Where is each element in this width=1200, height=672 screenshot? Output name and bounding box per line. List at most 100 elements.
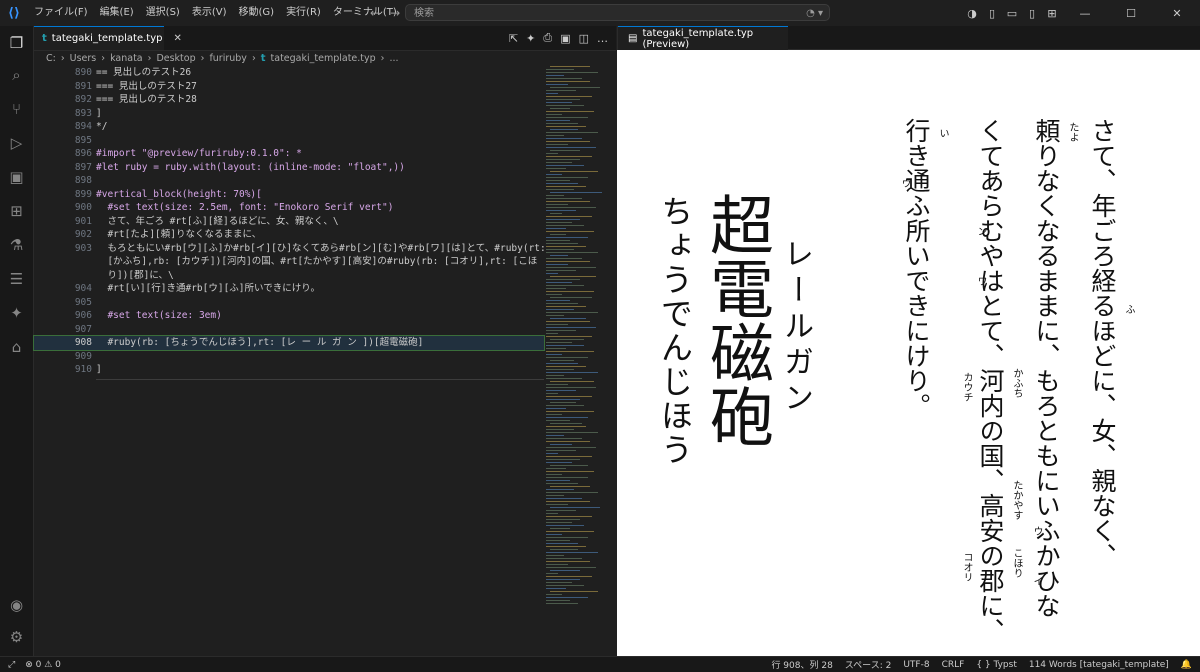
settings-gear-icon[interactable]: ⚙ xyxy=(0,624,33,650)
minimap-line xyxy=(546,117,588,119)
code-line[interactable]: 890 == 見出しのテスト26 xyxy=(34,66,544,80)
minimap-line xyxy=(546,468,566,470)
toggle-secondary-sidebar-icon[interactable]: ▯ xyxy=(1022,7,1042,20)
code-line[interactable]: [かふち],rb: [カウチ])[河内]の国、#rt[たかやす][高安]の#ru… xyxy=(34,255,544,269)
encoding[interactable]: UTF-8 xyxy=(903,660,929,670)
line-ending[interactable]: CRLF xyxy=(942,660,965,670)
code-line[interactable]: 903 もろともにい#rb[ウ][ふ]か#rb[イ][ひ]なくてあら#rb[ン]… xyxy=(34,242,546,256)
breadcrumb-item[interactable]: Desktop xyxy=(156,53,195,64)
indentation[interactable]: スペース: 2 xyxy=(845,658,892,671)
preview-panel: ▤ tategaki_template.typ (Preview) さて、年ごろ… xyxy=(617,26,1200,656)
minimap-line xyxy=(546,144,568,146)
code-line[interactable]: 897 #let ruby = ruby.with(layout: (inline… xyxy=(34,161,544,175)
search-icon[interactable]: ⌕ xyxy=(0,62,33,88)
menu-item[interactable]: 編集(E) xyxy=(94,0,140,26)
layout-icon[interactable]: ⊞ xyxy=(1042,7,1062,20)
minimap-line xyxy=(546,105,584,107)
code-line[interactable]: 893] xyxy=(34,107,544,121)
minimap-line xyxy=(550,402,576,404)
code-editor[interactable]: 890 == 見出しのテスト26 891 === 見出しのテスト27 892 === 見出… xyxy=(33,66,546,606)
explorer-icon[interactable]: ❐ xyxy=(0,30,33,56)
code-line[interactable]: 898 xyxy=(34,174,544,188)
errors-status[interactable]: ⊗ 0 ⚠ 0 xyxy=(25,660,61,670)
minimap-line xyxy=(546,279,580,281)
outline-list-icon[interactable]: ☰ xyxy=(0,266,33,292)
breadcrumb-item[interactable]: Users xyxy=(70,53,97,64)
menu-item[interactable]: 選択(S) xyxy=(140,0,186,26)
sparkle-icon[interactable]: ✦ xyxy=(0,300,33,326)
code-line[interactable]: 894 */ xyxy=(34,120,544,134)
preview-side-icon[interactable]: ▣ xyxy=(560,32,570,45)
minimap-line xyxy=(546,519,580,521)
back-arrow-icon[interactable]: ← xyxy=(370,6,380,20)
account-icon[interactable]: ◉ xyxy=(0,592,33,618)
minimap-line xyxy=(546,174,562,176)
forward-arrow-icon[interactable]: → xyxy=(390,6,400,20)
export-icon[interactable]: ⎙ xyxy=(543,31,552,45)
code-line[interactable]: 896 #import "@preview/furiruby:0.1.0": * xyxy=(34,147,544,161)
command-center-search[interactable]: 検索 ◔ ▾ xyxy=(405,4,830,21)
remote-explorer-icon[interactable]: ▣ xyxy=(0,164,33,190)
toggle-panel-icon[interactable]: ▭ xyxy=(1002,7,1022,20)
close-tab-icon[interactable]: ✕ xyxy=(173,33,181,44)
code-line[interactable]: 908 #ruby(rb: [ちょうでんじほう],rt: [レ ー ル ガ ン … xyxy=(33,335,545,351)
typst-icon[interactable]: ⌂ xyxy=(0,334,33,360)
word-count[interactable]: 114 Words [tategaki_template] xyxy=(1029,660,1169,670)
minimap-line xyxy=(546,498,582,500)
code-line[interactable]: 910] xyxy=(34,363,544,377)
minimap-line xyxy=(546,228,566,230)
menu-item[interactable]: ファイル(F) xyxy=(28,0,94,26)
breadcrumb-item[interactable]: furiruby xyxy=(209,53,247,64)
cursor-position[interactable]: 行 908、列 28 xyxy=(771,658,832,671)
code-line[interactable]: 900 #set text(size: 2.5em, font: "Enokor… xyxy=(34,201,544,215)
open-preview-icon[interactable]: ⇱ xyxy=(509,32,518,45)
breadcrumb-item[interactable]: C: xyxy=(46,53,56,64)
typst-file-icon: t xyxy=(42,33,47,44)
code-line[interactable]: 895 xyxy=(34,134,544,148)
code-line[interactable]: 906 #set text(size: 3em) xyxy=(34,309,544,323)
source-control-icon[interactable]: ⑂ xyxy=(0,96,33,122)
close-button[interactable]: ✕ xyxy=(1154,7,1200,20)
extensions-icon[interactable]: ⊞ xyxy=(0,198,33,224)
code-line[interactable]: 901 さて、年ごろ #rt[ふ][経]るほどに、女、親なく、\ xyxy=(34,215,544,229)
language-mode[interactable]: { } Typst xyxy=(976,660,1017,670)
editor-tab-bar: t tategaki_template.typ ✕ ⇱ ✦ ⎙ ▣ ◫ … xyxy=(34,26,616,51)
preview-tab[interactable]: ▤ tategaki_template.typ (Preview) xyxy=(618,26,788,50)
testing-icon[interactable]: ⚗ xyxy=(0,232,33,258)
code-line[interactable]: り])[郡]に、\ xyxy=(34,269,544,283)
run-debug-icon[interactable]: ▷ xyxy=(0,130,33,156)
code-line[interactable]: 892 === 見出しのテスト28 xyxy=(34,93,544,107)
breadcrumb-item[interactable]: ... xyxy=(389,53,398,64)
notifications-icon[interactable]: 🔔 xyxy=(1181,660,1192,670)
breadcrumb-item[interactable]: tategaki_template.typ xyxy=(271,53,376,64)
copilot-icon[interactable]: ◔ ▾ xyxy=(806,5,823,22)
menu-item[interactable]: 表示(V) xyxy=(186,0,233,26)
minimap-line xyxy=(546,489,574,491)
code-line[interactable]: 909 xyxy=(34,350,544,364)
code-line[interactable]: 904 #rt[い][行]き通#rb[ウ][ふ]所いできにけり。 xyxy=(34,282,544,296)
menu-item[interactable]: 移動(G) xyxy=(233,0,281,26)
code-line[interactable]: 902 #rt[たよ][頼]りなくなるままに、 xyxy=(34,228,544,242)
minimap-line xyxy=(546,111,594,113)
minimap[interactable] xyxy=(546,66,610,626)
code-line[interactable]: 907 xyxy=(34,323,544,337)
code-line[interactable]: 905 xyxy=(34,296,544,310)
copilot-status-icon[interactable]: ◑ xyxy=(962,7,982,20)
remote-indicator-icon[interactable]: ⤢ xyxy=(8,660,15,670)
minimap-line xyxy=(546,168,566,170)
menu-item[interactable]: 実行(R) xyxy=(280,0,327,26)
minimap-line xyxy=(546,99,580,101)
breadcrumb-separator: › xyxy=(251,52,256,64)
minimap-line xyxy=(546,597,588,599)
toggle-sidebar-icon[interactable]: ▯ xyxy=(982,7,1002,20)
breadcrumb-item[interactable]: kanata xyxy=(110,53,143,64)
editor-tab[interactable]: t tategaki_template.typ ✕ xyxy=(34,26,182,50)
more-actions-icon[interactable]: … xyxy=(597,32,608,45)
split-editor-icon[interactable]: ◫ xyxy=(579,32,589,45)
minimize-button[interactable]: — xyxy=(1062,7,1108,20)
sparkle-action-icon[interactable]: ✦ xyxy=(526,32,535,45)
code-text: #set text(size: 3em) xyxy=(96,310,222,321)
maximize-button[interactable]: ☐ xyxy=(1108,7,1154,20)
code-line[interactable]: 891 === 見出しのテスト27 xyxy=(34,80,544,94)
code-line[interactable]: 899 #vertical_block(height: 70%)[ xyxy=(34,188,544,202)
